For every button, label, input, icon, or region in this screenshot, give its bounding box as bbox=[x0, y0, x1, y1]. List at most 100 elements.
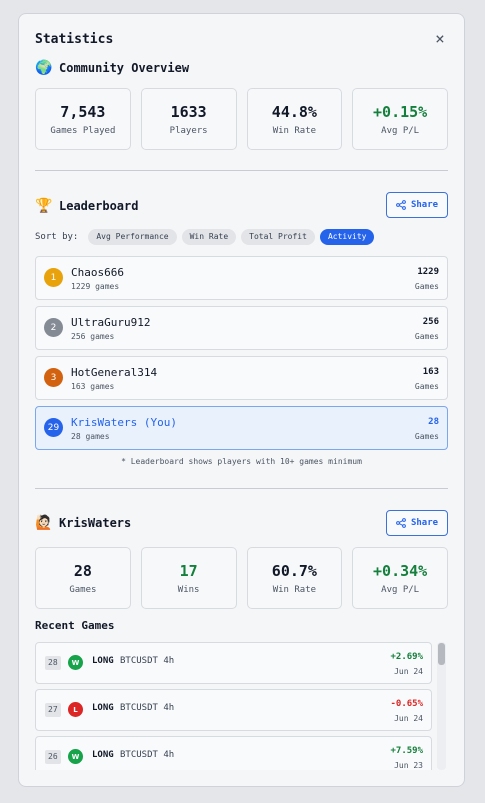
game-side: LONG bbox=[92, 750, 114, 760]
game-pair: BTCUSDT 4h bbox=[120, 656, 175, 666]
trophy-icon: 🏆 bbox=[35, 198, 53, 214]
game-pnl: -0.65% bbox=[390, 699, 423, 709]
player-metric-value: 256 bbox=[422, 317, 439, 327]
stat-avg-pl: +0.34% Avg P/L bbox=[352, 547, 448, 609]
stat-label: Games bbox=[69, 585, 97, 595]
game-side: LONG bbox=[92, 703, 114, 713]
stat-label: Games Played bbox=[50, 126, 116, 136]
result-badge-win: W bbox=[68, 749, 83, 764]
statistics-modal: Statistics × 🌍 Community Overview 7,543 … bbox=[18, 13, 465, 787]
leaderboard-title: Leaderboard bbox=[59, 199, 139, 213]
user-stats-heading: 🙋🏻 KrisWaters bbox=[35, 514, 131, 532]
player-name: KrisWaters (You) bbox=[71, 416, 177, 429]
stat-label: Avg P/L bbox=[381, 585, 420, 595]
result-badge-loss: L bbox=[68, 702, 83, 717]
game-number: 26 bbox=[45, 750, 61, 764]
stat-win-rate: 60.7% Win Rate bbox=[246, 547, 343, 609]
modal-header: Statistics × bbox=[35, 31, 448, 51]
stat-value: +0.34% bbox=[373, 562, 428, 580]
result-badge-win: W bbox=[68, 655, 83, 670]
leaderboard-note: * Leaderboard shows players with 10+ gam… bbox=[121, 457, 362, 466]
leaderboard-row-current-user[interactable]: 29 KrisWaters (You) 28 games 28 Games bbox=[35, 406, 448, 450]
divider bbox=[35, 170, 448, 171]
game-item[interactable]: 26 W LONG BTCUSDT 4h +7.59% Jun 23 bbox=[35, 736, 432, 770]
rank-badge: 2 bbox=[44, 318, 63, 337]
game-item[interactable]: 27 L LONG BTCUSDT 4h -0.65% Jun 24 bbox=[35, 689, 432, 731]
share-label: Share bbox=[410, 518, 439, 528]
sort-chip-activity[interactable]: Activity bbox=[319, 229, 375, 245]
player-metric-unit: Games bbox=[414, 332, 439, 341]
stat-games: 28 Games bbox=[35, 547, 131, 609]
stat-games-played: 7,543 Games Played bbox=[35, 88, 131, 150]
community-overview-heading: 🌍 Community Overview bbox=[35, 59, 189, 77]
stat-value: 28 bbox=[73, 562, 92, 580]
game-item[interactable]: 28 W LONG BTCUSDT 4h +2.69% Jun 24 bbox=[35, 642, 432, 684]
stat-value: 1633 bbox=[170, 103, 207, 121]
player-name: HotGeneral314 bbox=[71, 366, 158, 379]
game-pnl: +7.59% bbox=[390, 746, 423, 756]
player-metric-value: 1229 bbox=[417, 267, 439, 277]
user-stats-title: KrisWaters bbox=[59, 516, 132, 530]
stat-value: 44.8% bbox=[271, 103, 317, 121]
sort-chip-win-rate[interactable]: Win Rate bbox=[181, 229, 237, 245]
stat-wins: 17 Wins bbox=[140, 547, 237, 609]
player-metric-unit: Games bbox=[414, 432, 439, 441]
share-icon bbox=[396, 200, 406, 210]
sort-chip-avg-performance[interactable]: Avg Performance bbox=[88, 229, 177, 245]
player-games: 1229 games bbox=[71, 282, 120, 291]
rank-badge: 3 bbox=[44, 368, 63, 387]
stat-label: Win Rate bbox=[272, 126, 317, 136]
player-games: 28 games bbox=[71, 432, 110, 441]
community-stats: 7,543 Games Played 1633 Players 44.8% Wi… bbox=[35, 88, 448, 150]
player-metric-value: 163 bbox=[422, 367, 439, 377]
share-label: Share bbox=[410, 200, 439, 210]
player-name: Chaos666 bbox=[71, 266, 124, 279]
game-date: Jun 24 bbox=[394, 714, 423, 723]
game-date: Jun 23 bbox=[394, 761, 423, 770]
modal-title: Statistics bbox=[35, 32, 114, 47]
user-share-button[interactable]: Share bbox=[386, 510, 448, 536]
stat-label: Wins bbox=[177, 585, 200, 595]
stat-win-rate: 44.8% Win Rate bbox=[246, 88, 343, 150]
player-metric-value: 28 bbox=[428, 417, 439, 427]
stat-players: 1633 Players bbox=[140, 88, 237, 150]
game-pair: BTCUSDT 4h bbox=[120, 750, 175, 760]
game-pnl: +2.69% bbox=[390, 652, 423, 662]
stat-label: Avg P/L bbox=[381, 126, 420, 136]
game-side: LONG bbox=[92, 656, 114, 666]
game-pair: BTCUSDT 4h bbox=[120, 703, 175, 713]
leaderboard-row[interactable]: 3 HotGeneral314 163 games 163 Games bbox=[35, 356, 448, 400]
game-number: 28 bbox=[45, 656, 61, 670]
divider bbox=[35, 488, 448, 489]
leaderboard-row[interactable]: 1 Chaos666 1229 games 1229 Games bbox=[35, 256, 448, 300]
stat-value: +0.15% bbox=[373, 103, 428, 121]
globe-icon: 🌍 bbox=[35, 60, 53, 76]
user-stats: 28 Games 17 Wins 60.7% Win Rate +0.34% A… bbox=[35, 547, 448, 609]
stat-label: Players bbox=[169, 126, 208, 136]
close-icon[interactable]: × bbox=[432, 31, 448, 47]
stat-value: 7,543 bbox=[60, 103, 106, 121]
player-metric-unit: Games bbox=[414, 382, 439, 391]
player-games: 163 games bbox=[71, 382, 115, 391]
leaderboard-heading: 🏆 Leaderboard bbox=[35, 197, 138, 215]
recent-games-title: Recent Games bbox=[35, 619, 115, 632]
recent-games-scrollbar[interactable] bbox=[437, 642, 446, 770]
game-number: 27 bbox=[45, 703, 61, 717]
scrollbar-thumb[interactable] bbox=[438, 643, 445, 665]
player-metric-unit: Games bbox=[414, 282, 439, 291]
leaderboard-row[interactable]: 2 UltraGuru912 256 games 256 Games bbox=[35, 306, 448, 350]
player-games: 256 games bbox=[71, 332, 115, 341]
user-avatar-icon: 🙋🏻 bbox=[35, 515, 53, 531]
share-icon bbox=[396, 518, 406, 528]
stat-value: 17 bbox=[179, 562, 198, 580]
sort-chip-total-profit[interactable]: Total Profit bbox=[241, 229, 315, 245]
player-name: UltraGuru912 bbox=[71, 316, 151, 329]
leaderboard-share-button[interactable]: Share bbox=[386, 192, 448, 218]
sort-label: Sort by: bbox=[35, 232, 79, 242]
rank-badge: 29 bbox=[44, 418, 63, 437]
stat-value: 60.7% bbox=[271, 562, 317, 580]
sort-options: Sort by: Avg Performance Win Rate Total … bbox=[35, 229, 375, 245]
community-overview-title: Community Overview bbox=[59, 61, 190, 75]
stat-label: Win Rate bbox=[272, 585, 317, 595]
stat-avg-pl: +0.15% Avg P/L bbox=[352, 88, 448, 150]
